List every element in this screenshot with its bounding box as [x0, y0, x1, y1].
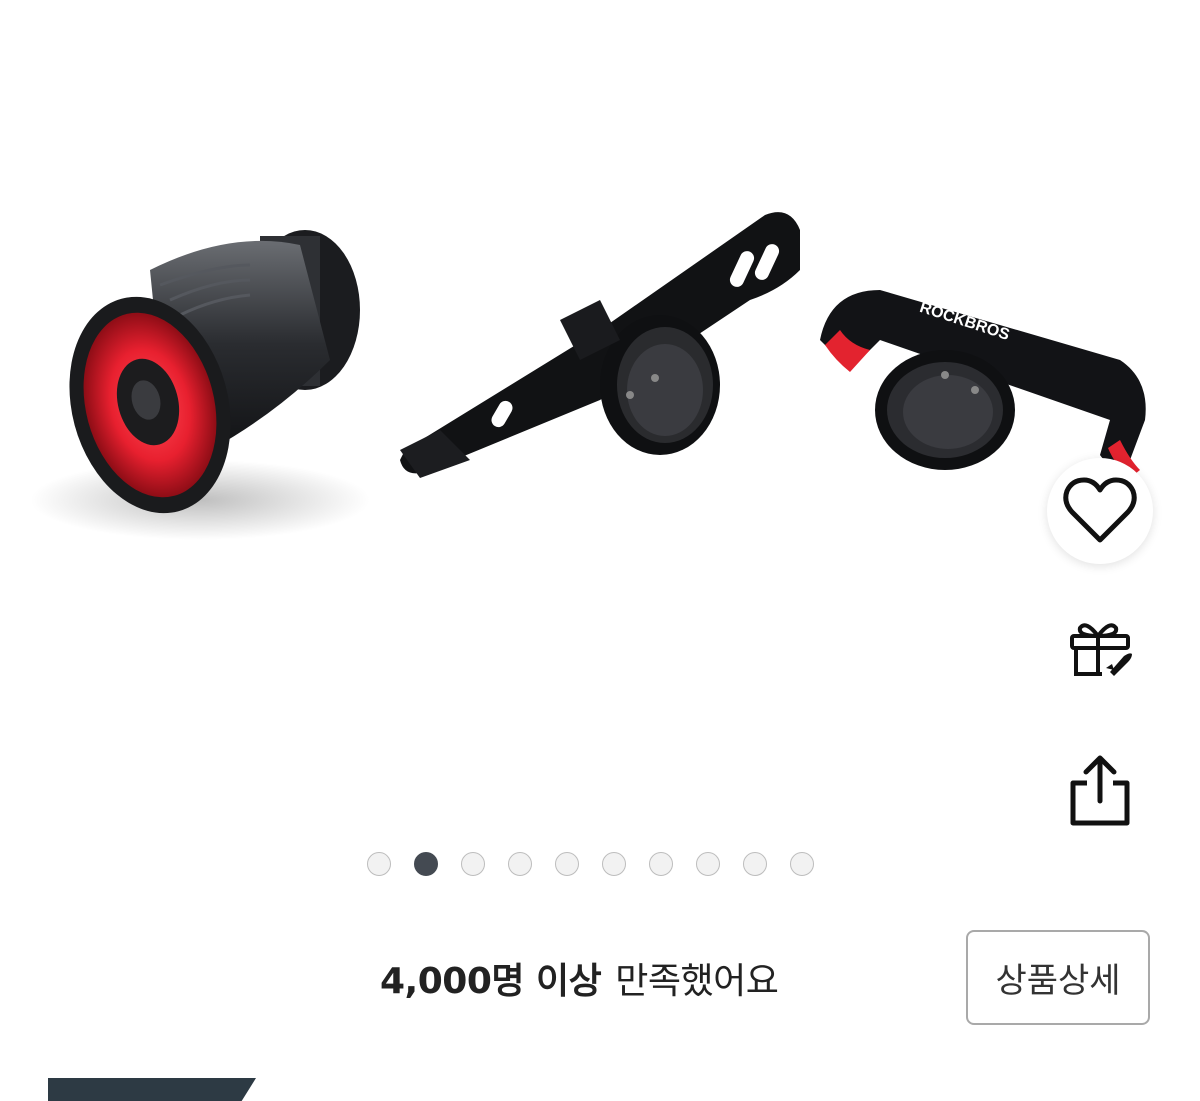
share-icon: [1070, 755, 1130, 826]
gift-rocket-icon: [1070, 623, 1132, 676]
heart-icon: [1063, 477, 1137, 543]
carousel-dot[interactable]: [461, 852, 485, 876]
carousel-dot[interactable]: [508, 852, 532, 876]
gift-button[interactable]: [1040, 598, 1160, 698]
product-detail-button[interactable]: 상품상세: [966, 930, 1150, 1025]
carousel-dot[interactable]: [414, 852, 438, 876]
satisfaction-text: 4,000명 이상 만족했어요: [380, 950, 779, 1006]
carousel-dot[interactable]: [367, 852, 391, 876]
share-button[interactable]: [1040, 740, 1160, 840]
carousel-dot[interactable]: [696, 852, 720, 876]
carousel-dot[interactable]: [743, 852, 767, 876]
like-button[interactable]: [1047, 458, 1153, 564]
product-page: ROCKBROS 4,000명 이상 만족했어요 상품상세: [0, 0, 1200, 1101]
carousel-dot[interactable]: [555, 852, 579, 876]
satisfaction-label: 만족했어요: [615, 961, 779, 1002]
carousel-dot[interactable]: [790, 852, 814, 876]
carousel-dot[interactable]: [649, 852, 673, 876]
product-image[interactable]: ROCKBROS: [0, 0, 1200, 620]
carousel-dot[interactable]: [602, 852, 626, 876]
carousel-dots: [367, 852, 814, 878]
satisfaction-count: 4,000명 이상: [380, 961, 602, 1002]
coupang-recommend-badge: 쿠팡추천: [48, 1078, 256, 1101]
